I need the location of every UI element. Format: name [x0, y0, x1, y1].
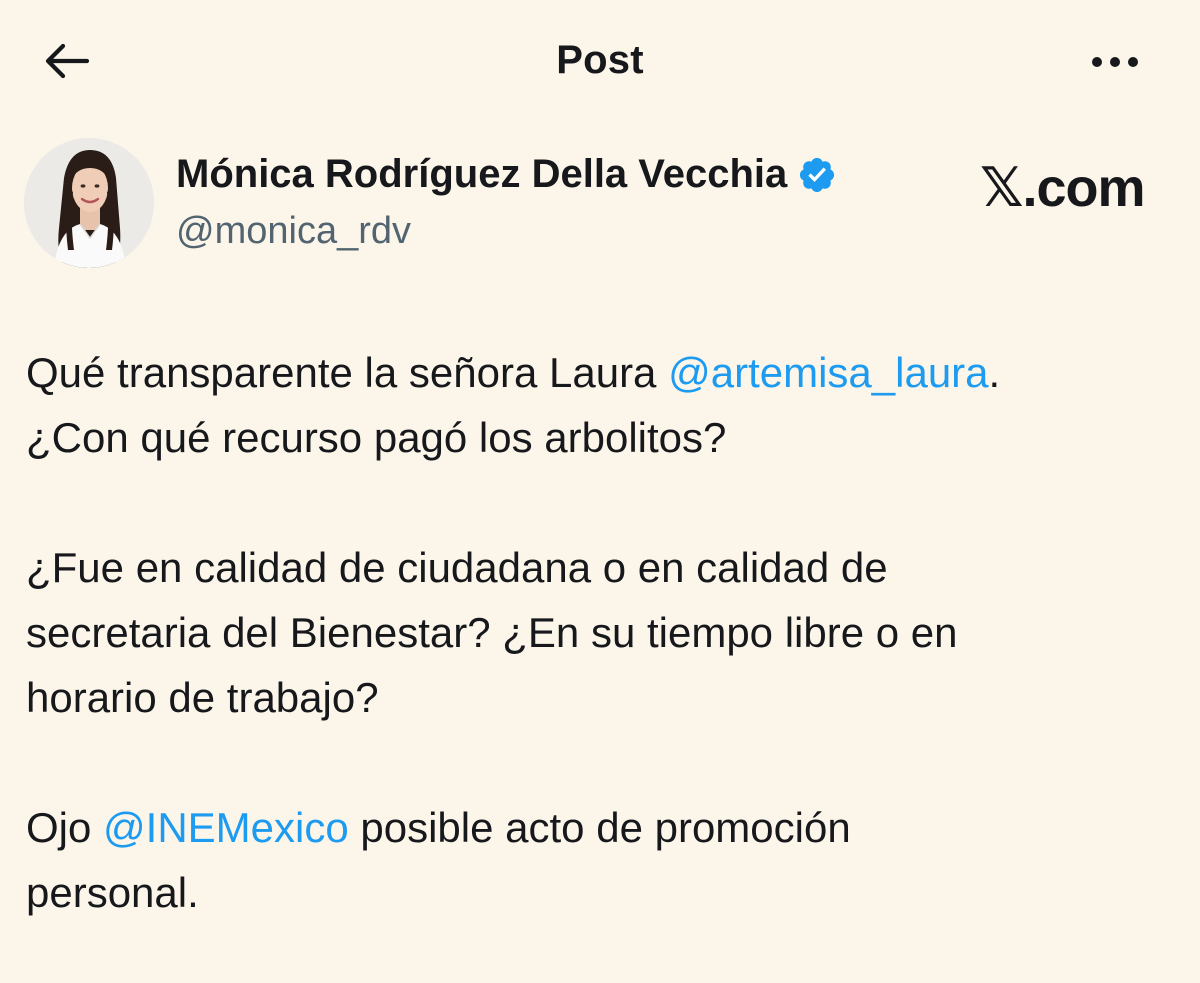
- post-paragraph: Ojo @INEMexico posible acto de promoción…: [26, 795, 1176, 925]
- post-text-segment: Qué transparente la señora Laura: [26, 349, 669, 396]
- verified-badge-icon: [800, 157, 835, 192]
- profile-photo: [24, 138, 154, 268]
- author-name-text: Mónica Rodríguez Della Vecchia: [176, 152, 788, 196]
- post-text-line: horario de trabajo?: [26, 674, 379, 721]
- post-text-segment: posible acto de promoción: [348, 804, 851, 851]
- post-text-line: personal.: [26, 869, 199, 916]
- watermark-domain: .com: [1022, 158, 1146, 218]
- post-text-segment: Ojo: [26, 804, 104, 851]
- author-name[interactable]: Mónica Rodríguez Della Vecchia: [176, 152, 837, 197]
- x-com-watermark: 𝕏.com: [980, 156, 1146, 219]
- mention-link-inemexico[interactable]: @INEMexico: [103, 804, 349, 851]
- post-text-line: ¿Fue en calidad de ciudadana o en calida…: [26, 544, 888, 591]
- page-title: Post: [556, 38, 644, 82]
- author-handle[interactable]: @monica_rdv: [176, 210, 411, 253]
- top-bar: Post: [0, 0, 1200, 124]
- post-paragraph: Qué transparente la señora Laura @artemi…: [26, 340, 1176, 470]
- post-text-segment: .: [988, 349, 1001, 396]
- post-text: Qué transparente la señora Laura @artemi…: [26, 340, 1176, 925]
- avatar[interactable]: [24, 138, 154, 268]
- post-text-line: secretaria del Bienestar? ¿En su tiempo …: [26, 609, 958, 656]
- x-logo-glyph: 𝕏: [980, 156, 1024, 219]
- post-paragraph: ¿Fue en calidad de ciudadana o en calida…: [26, 535, 1176, 730]
- mention-link-artemisa-laura[interactable]: @artemisa_laura: [668, 349, 988, 396]
- post-text-line: ¿Con qué recurso pagó los arbolitos?: [26, 414, 727, 461]
- more-horizontal-icon: [1092, 57, 1138, 67]
- more-options-button[interactable]: [1080, 40, 1150, 84]
